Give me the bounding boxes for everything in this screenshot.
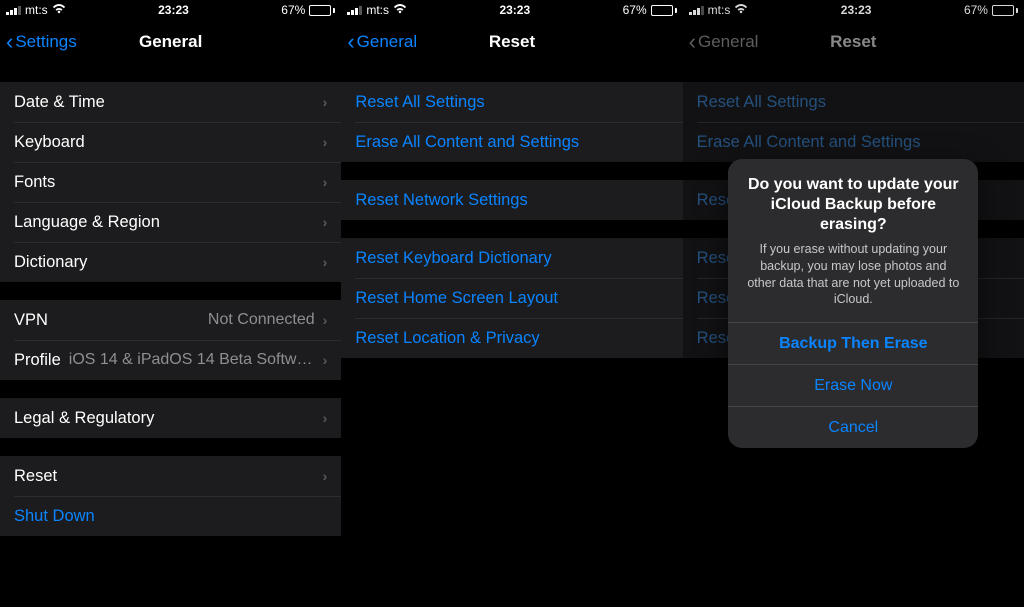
wifi-icon <box>393 4 407 17</box>
battery-pct: 67% <box>623 3 647 17</box>
chevron-left-icon: ‹ <box>347 31 354 53</box>
battery-icon <box>651 5 677 16</box>
row-erase-all[interactable]: Erase All Content and Settings <box>341 122 682 162</box>
row-reset-network[interactable]: Reset Network Settings <box>341 180 682 220</box>
chevron-right-icon: › <box>323 254 328 270</box>
page-title: General <box>139 32 202 52</box>
alert-backdrop: Do you want to update your iCloud Backup… <box>683 0 1024 607</box>
group-reset-misc: Reset Keyboard Dictionary Reset Home Scr… <box>341 238 682 358</box>
row-keyboard[interactable]: Keyboard › <box>0 122 341 162</box>
nav-bar: ‹ Settings General <box>0 20 341 64</box>
status-time: 23:23 <box>499 3 530 17</box>
row-reset-home[interactable]: Reset Home Screen Layout <box>341 278 682 318</box>
alert-body: Do you want to update your iCloud Backup… <box>728 159 978 323</box>
row-language-region[interactable]: Language & Region › <box>0 202 341 242</box>
row-shutdown[interactable]: Shut Down <box>0 496 341 536</box>
group-reset: Reset › Shut Down <box>0 456 341 536</box>
alert-button-erase-now[interactable]: Erase Now <box>728 364 978 406</box>
alert-message: If you erase without updating your backu… <box>744 241 962 309</box>
chevron-right-icon: › <box>323 94 328 110</box>
group-reset-network: Reset Network Settings <box>341 180 682 220</box>
battery-icon <box>309 5 335 16</box>
signal-icon <box>347 5 362 15</box>
row-date-time[interactable]: Date & Time › <box>0 82 341 122</box>
status-left: mt:s <box>6 3 66 17</box>
screen-reset: mt:s 23:23 67% ‹ General Reset Reset All… <box>341 0 682 607</box>
row-legal[interactable]: Legal & Regulatory › <box>0 398 341 438</box>
back-label: Settings <box>15 32 76 52</box>
alert-button-cancel[interactable]: Cancel <box>728 406 978 448</box>
chevron-right-icon: › <box>323 410 328 426</box>
group-reset-all: Reset All Settings Erase All Content and… <box>341 82 682 162</box>
row-reset-location[interactable]: Reset Location & Privacy <box>341 318 682 358</box>
chevron-right-icon: › <box>323 352 328 368</box>
row-reset-all-settings[interactable]: Reset All Settings <box>341 82 682 122</box>
chevron-right-icon: › <box>323 134 328 150</box>
nav-bar: ‹ General Reset <box>341 20 682 64</box>
back-label: General <box>357 32 417 52</box>
chevron-right-icon: › <box>323 214 328 230</box>
screen-general: mt:s 23:23 67% ‹ Settings General Date &… <box>0 0 341 607</box>
status-bar: mt:s 23:23 67% <box>341 0 682 20</box>
signal-icon <box>6 5 21 15</box>
battery-pct: 67% <box>281 3 305 17</box>
row-vpn[interactable]: VPN Not Connected › <box>0 300 341 340</box>
group-datetime: Date & Time › Keyboard › Fonts › Languag… <box>0 82 341 282</box>
row-reset-keyboard-dict[interactable]: Reset Keyboard Dictionary <box>341 238 682 278</box>
chevron-left-icon: ‹ <box>6 31 13 53</box>
back-button[interactable]: ‹ Settings <box>6 31 77 53</box>
row-fonts[interactable]: Fonts › <box>0 162 341 202</box>
page-title: Reset <box>489 32 535 52</box>
row-profile[interactable]: Profile iOS 14 & iPadOS 14 Beta Softwar.… <box>0 340 341 380</box>
chevron-right-icon: › <box>323 312 328 328</box>
screen-reset-alert: mt:s 23:23 67% ‹ General Reset Reset All… <box>683 0 1024 607</box>
group-legal: Legal & Regulatory › <box>0 398 341 438</box>
row-dictionary[interactable]: Dictionary › <box>0 242 341 282</box>
status-right: 67% <box>281 3 335 17</box>
carrier-label: mt:s <box>25 3 48 17</box>
back-button[interactable]: ‹ General <box>347 31 417 53</box>
wifi-icon <box>52 4 66 17</box>
chevron-right-icon: › <box>323 174 328 190</box>
status-time: 23:23 <box>158 3 189 17</box>
alert-title: Do you want to update your iCloud Backup… <box>744 175 962 235</box>
status-bar: mt:s 23:23 67% <box>0 0 341 20</box>
row-reset[interactable]: Reset › <box>0 456 341 496</box>
carrier-label: mt:s <box>366 3 389 17</box>
chevron-right-icon: › <box>323 468 328 484</box>
group-vpn-profile: VPN Not Connected › Profile iOS 14 & iPa… <box>0 300 341 380</box>
alert-dialog: Do you want to update your iCloud Backup… <box>728 159 978 449</box>
alert-button-backup[interactable]: Backup Then Erase <box>728 322 978 364</box>
